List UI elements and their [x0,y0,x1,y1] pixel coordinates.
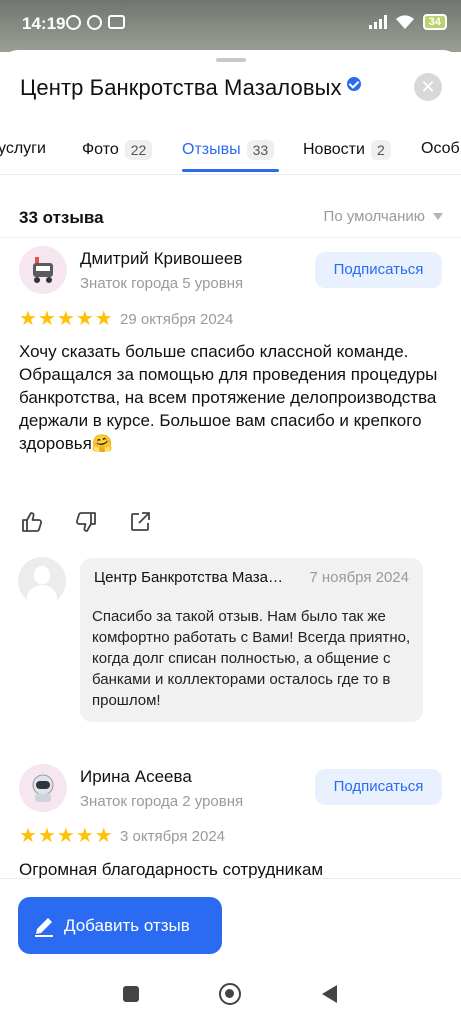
thumbs-up-icon[interactable] [20,510,44,534]
recents-button[interactable] [123,986,139,1002]
wifi-icon [395,15,414,29]
tab-news[interactable]: Новости 2 [303,140,391,160]
review-author[interactable]: Ирина Асеева [80,767,192,787]
share-icon[interactable] [128,510,152,534]
add-review-button[interactable]: Добавить отзыв [18,897,222,954]
verified-badge-icon [346,77,361,91]
reply-author: Центр Банкротства Мазаловых [94,569,290,586]
tab-bar: услуги Фото 22 Отзывы 33 Новости 2 Особ [0,130,461,174]
star-icon: ★ [37,825,56,847]
review-text: Хочу сказать больше спасибо классной ком… [19,342,438,453]
reply-date: 7 ноября 2024 [309,569,409,586]
review-author-level: Знаток города 2 уровня [80,793,244,810]
rating-stars: ★ ★ ★ ★ ★ [19,826,113,846]
star-icon: ★ [56,825,75,847]
data-saver-icon [87,15,102,30]
tab-photos[interactable]: Фото 22 [82,140,153,160]
battery-indicator: 34 [422,14,447,30]
star-icon: ★ [75,308,94,330]
star-icon: ★ [19,308,37,330]
reviews-count: 33 отзыва [19,208,104,227]
place-card-sheet: Центр Банкротства Мазаловых ✕ услуги Фот… [0,50,461,1024]
subscribe-button[interactable]: Подписаться [315,769,442,805]
subscribe-button[interactable]: Подписаться [315,252,442,288]
system-tray: 34 [368,14,447,30]
alarm-icon [66,15,81,30]
star-icon: ★ [94,825,113,847]
review-author-level: Знаток города 5 уровня [80,275,244,292]
avatar[interactable] [19,246,67,294]
status-bar: 14:19 34 [0,0,461,52]
reply-text: Спасибо за такой отзыв. Нам было так же … [92,608,411,709]
star-icon: ★ [94,308,113,330]
tab-count-badge: 33 [246,140,275,160]
rating-stars: ★ ★ ★ ★ ★ [19,309,113,329]
star-icon: ★ [75,825,94,847]
sheet-drag-handle[interactable] [216,58,246,62]
notification-icon [108,15,125,29]
star-icon: ★ [37,308,56,330]
star-icon: ★ [56,308,75,330]
chevron-down-icon [433,213,443,220]
page-title: Центр Банкротства Мазаловых [20,75,361,101]
active-tab-indicator [182,169,279,172]
system-nav-bar [0,955,461,1024]
tab-services[interactable]: услуги [0,140,46,158]
astronaut-avatar-icon [32,774,54,802]
business-reply: Центр Банкротства Мазаловых 7 ноября 202… [80,558,423,722]
business-avatar [18,557,66,605]
clock: 14:19 [22,14,66,33]
robot-avatar-icon [33,257,53,283]
status-icons [66,15,125,30]
thumbs-down-icon[interactable] [74,510,98,534]
avatar[interactable] [19,764,67,812]
tab-count-badge: 22 [124,140,153,160]
review-date: 3 октября 2024 [120,828,225,845]
close-button[interactable]: ✕ [414,73,442,101]
pencil-icon [35,917,53,937]
back-button[interactable] [322,985,337,1003]
tab-count-badge: 2 [370,140,391,160]
review-author[interactable]: Дмитрий Кривошеев [80,249,242,269]
tab-reviews[interactable]: Отзывы 33 [182,140,275,160]
home-button[interactable] [219,983,241,1005]
review-date: 29 октября 2024 [120,311,234,328]
sort-select[interactable]: По умолчанию [324,208,443,225]
signal-icon [368,15,387,29]
review-actions [20,510,152,534]
star-icon: ★ [19,825,37,847]
tab-features[interactable]: Особ [421,140,460,158]
